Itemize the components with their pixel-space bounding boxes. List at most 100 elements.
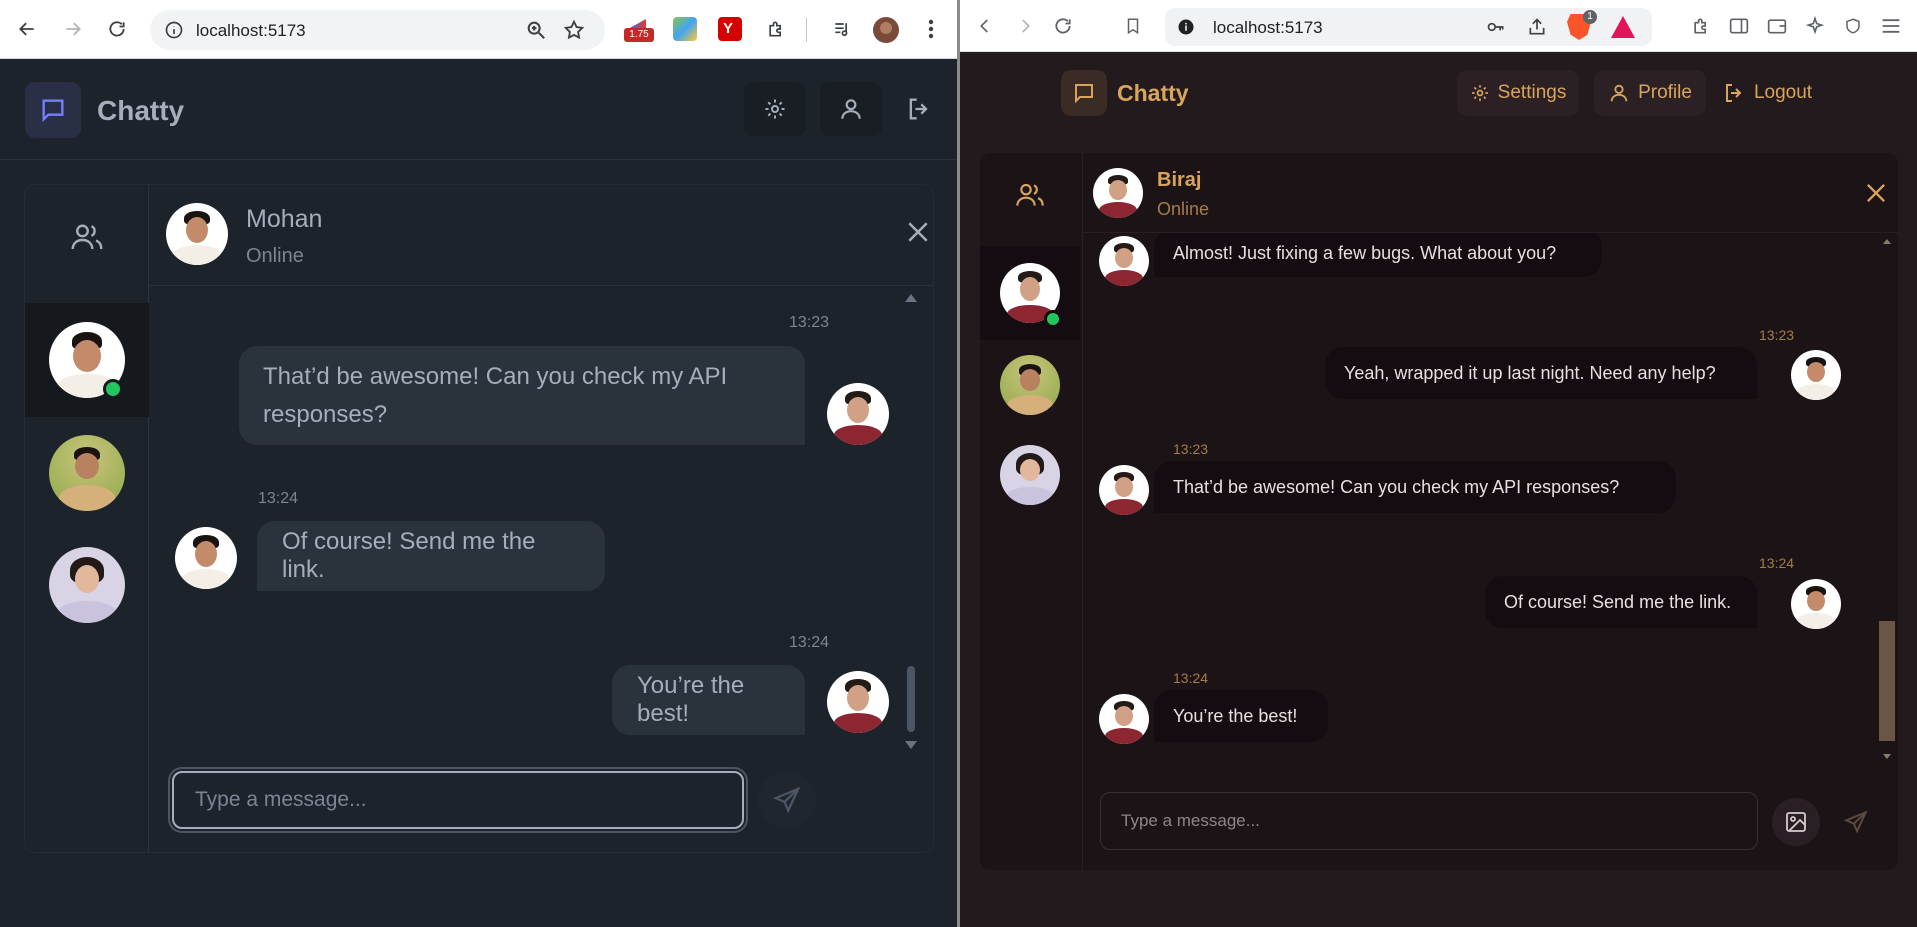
online-indicator — [103, 379, 123, 399]
message-avatar — [1099, 694, 1149, 744]
bookmark-star-icon[interactable] — [563, 19, 585, 41]
attach-image-button[interactable] — [1772, 798, 1820, 846]
message-time: 13:23 — [1759, 327, 1795, 343]
contact-item-3[interactable] — [25, 529, 149, 641]
scroll-up-arrow[interactable] — [905, 294, 917, 302]
message-bubble: You’re the best! — [612, 665, 805, 735]
profile-button[interactable]: Profile — [1594, 70, 1706, 116]
leo-ai-icon[interactable] — [1802, 13, 1828, 39]
send-button[interactable] — [758, 771, 816, 829]
close-chat-button[interactable] — [1862, 179, 1890, 207]
vpn-shield-icon[interactable] — [1840, 13, 1866, 39]
contact-avatar — [49, 547, 125, 623]
key-icon[interactable] — [1485, 17, 1507, 37]
message-avatar — [1791, 579, 1841, 629]
profile-button[interactable] — [820, 82, 882, 136]
contacts-sidebar — [980, 153, 1083, 870]
message-input-placeholder: Type a message... — [195, 788, 367, 811]
settings-button[interactable]: Settings — [1457, 70, 1579, 116]
online-indicator — [1044, 310, 1062, 328]
message-bubble: That’d be awesome! Can you check my API … — [1154, 461, 1676, 513]
contacts-sidebar — [25, 185, 149, 852]
bookmark-icon[interactable] — [1120, 13, 1146, 39]
settings-button[interactable] — [744, 82, 806, 136]
menu-kebab-icon[interactable] — [918, 16, 944, 42]
users-icon — [1016, 183, 1044, 206]
contact-avatar — [1000, 445, 1060, 505]
brand-title[interactable]: Chatty — [97, 95, 184, 127]
chat-contact-avatar — [1093, 168, 1143, 218]
logout-button[interactable] — [888, 82, 950, 136]
back-icon[interactable] — [14, 16, 40, 42]
contact-item-mohan[interactable] — [25, 303, 149, 417]
maps-extension-icon[interactable] — [673, 17, 697, 41]
message-avatar — [175, 527, 237, 589]
chat-contact-name: Mohan — [246, 205, 323, 233]
message-avatar — [827, 671, 889, 733]
contact-item-2[interactable] — [980, 340, 1080, 430]
message-bubble: Almost! Just fixing a few bugs. What abo… — [1154, 233, 1602, 277]
scrollbar-thumb[interactable] — [1879, 621, 1895, 741]
scrollbar-thumb[interactable] — [907, 666, 915, 732]
contact-item-3[interactable] — [980, 430, 1080, 520]
contact-item-biraj[interactable] — [980, 246, 1080, 340]
y-extension-icon[interactable]: Y — [718, 17, 742, 41]
address-bar[interactable]: localhost:5173 1 — [1165, 8, 1652, 46]
contacts-header — [980, 165, 1080, 225]
profile-avatar[interactable] — [873, 17, 899, 43]
close-chat-button[interactable] — [903, 217, 933, 247]
sidebar-toggle-icon[interactable] — [1726, 13, 1752, 39]
scroll-down-arrow[interactable] — [1883, 754, 1891, 759]
wallet-icon[interactable] — [1764, 13, 1790, 39]
scroll-down-arrow[interactable] — [905, 741, 917, 749]
message-bubble: You’re the best! — [1154, 690, 1328, 742]
chat-card: Mohan Online 13:23 That’d be awesome! Ca… — [25, 185, 933, 852]
logo-icon[interactable] — [25, 82, 81, 138]
site-info-icon[interactable] — [164, 20, 184, 40]
message-time: 13:24 — [789, 634, 830, 651]
reload-icon[interactable] — [1050, 13, 1076, 39]
send-button[interactable] — [1832, 798, 1880, 846]
message-time: 13:23 — [1173, 441, 1209, 457]
gear-icon — [1471, 85, 1488, 101]
chat-header: Mohan Online — [149, 185, 933, 286]
forward-icon[interactable] — [1012, 13, 1038, 39]
brave-rewards-icon[interactable] — [1611, 16, 1635, 38]
message-text: That’d be awesome! Can you check my API … — [1173, 476, 1620, 497]
message-input[interactable]: Type a message... — [1100, 792, 1758, 850]
share-icon[interactable] — [1527, 17, 1547, 37]
chat-contact-avatar — [166, 203, 228, 265]
media-control-icon[interactable] — [829, 16, 855, 42]
address-bar[interactable]: localhost:5173 — [150, 10, 605, 50]
message-bubble: Of course! Send me the link. — [257, 521, 605, 591]
message-text: Almost! Just fixing a few bugs. What abo… — [1173, 242, 1557, 263]
logout-icon — [909, 98, 928, 120]
site-info-icon[interactable] — [1177, 18, 1195, 36]
app-header: Chatty — [0, 60, 957, 160]
messages-list[interactable]: 13:23 That’d be awesome! Can you check m… — [149, 286, 933, 751]
contact-item-2[interactable] — [25, 417, 149, 529]
reload-icon[interactable] — [104, 16, 130, 42]
extensions-icon[interactable] — [1688, 13, 1714, 39]
left-browser-window: localhost:5173 1.75 Y Chatty Mohan Onlin… — [0, 0, 957, 927]
settings-label: Settings — [1497, 82, 1567, 103]
close-icon — [1867, 184, 1885, 202]
extensions-puzzle-icon[interactable] — [763, 16, 789, 42]
users-icon — [71, 224, 103, 250]
brand-title[interactable]: Chatty — [1117, 80, 1189, 107]
message-time: 13:24 — [1173, 670, 1209, 686]
send-icon — [772, 786, 801, 814]
back-icon[interactable] — [972, 13, 998, 39]
shields-count-badge: 1 — [1583, 10, 1597, 24]
menu-hamburger-icon[interactable] — [1878, 13, 1904, 39]
scroll-up-arrow[interactable] — [1883, 239, 1891, 244]
message-text: That’d be awesome! Can you check my API … — [263, 362, 728, 428]
extension-badge-icon[interactable]: 1.75 — [624, 17, 654, 42]
message-input[interactable]: Type a message... — [172, 771, 744, 829]
logout-button[interactable]: Logout — [1712, 70, 1822, 116]
zoom-icon[interactable] — [525, 19, 547, 41]
logo-icon[interactable] — [1061, 70, 1107, 116]
messages-list[interactable]: Almost! Just fixing a few bugs. What abo… — [1083, 233, 1898, 768]
message-bubble: Of course! Send me the link. — [1485, 576, 1757, 628]
forward-icon[interactable] — [60, 16, 86, 42]
